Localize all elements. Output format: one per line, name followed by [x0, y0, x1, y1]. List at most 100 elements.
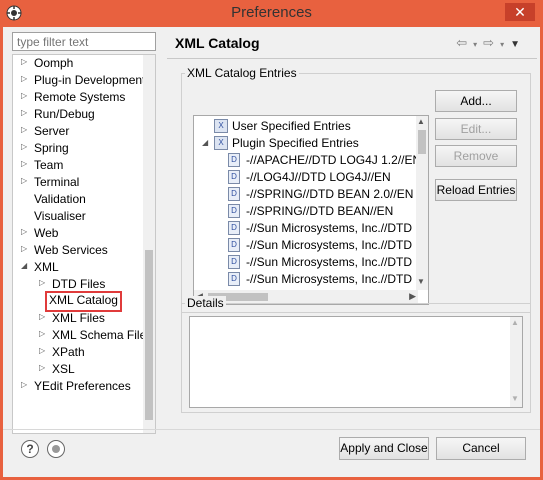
tree-item[interactable]: ▷ Server — [13, 123, 143, 140]
forward-icon[interactable]: ⇨ — [483, 35, 500, 50]
tree-item[interactable]: Validation — [13, 191, 143, 208]
tree-item[interactable]: ◢ XML — [13, 259, 143, 276]
catalog-entry[interactable]: D -//APACHE//DTD LOG4J 1.2//EN — [194, 152, 421, 169]
remove-button[interactable]: Remove — [435, 145, 517, 167]
tree-item[interactable]: ▷ XML Schema Files — [13, 327, 152, 344]
add-button[interactable]: Add... — [435, 90, 517, 112]
catalog-entry[interactable]: D -//Sun Microsystems, Inc.//DTD E — [194, 237, 423, 254]
catalog-category[interactable]: X User Specified Entries — [194, 118, 416, 135]
scroll-down-icon[interactable]: ▼ — [417, 277, 425, 286]
tree-item[interactable]: ▷ Plug-in Development — [13, 72, 145, 89]
close-icon: ✕ — [514, 4, 526, 20]
tree-item-label: DTD Files — [52, 277, 106, 291]
tree-item[interactable]: ▷ Oomph — [13, 55, 143, 72]
collapse-arrow-icon[interactable]: ◢ — [21, 261, 31, 270]
dialog-body: ▷YEdit Preferences▷XSL▷XPath▷XML Schema … — [3, 27, 540, 477]
details-scroll-down-icon[interactable]: ▼ — [511, 394, 519, 403]
tree-item-label: Web — [34, 226, 59, 240]
footer-separator — [3, 429, 540, 430]
expand-arrow-icon[interactable]: ▷ — [21, 176, 31, 185]
scroll-right-icon[interactable]: ▶ — [409, 291, 416, 302]
tree-item[interactable]: ▷ XSL — [13, 361, 143, 378]
back-icon[interactable]: ⇦ — [456, 35, 473, 50]
tree-item-label: Validation — [34, 192, 86, 206]
tree-item[interactable]: ▷ Team — [13, 157, 143, 174]
expand-arrow-icon[interactable]: ▷ — [39, 329, 49, 338]
tree-item[interactable]: ▷ Web — [13, 225, 143, 242]
details-textarea[interactable]: ▲ ▼ — [189, 316, 523, 408]
edit-button[interactable]: Edit... — [435, 118, 517, 140]
catalog-entry[interactable]: D -//Sun Microsystems, Inc.//DTD E — [194, 254, 423, 271]
tree-item[interactable]: ▷ Spring — [13, 140, 143, 157]
tree-scrollbar-thumb[interactable] — [145, 250, 153, 420]
tree-item[interactable]: ▷ Run/Debug — [13, 106, 143, 123]
tree-item-label: XML Files — [52, 311, 105, 325]
expand-arrow-icon[interactable]: ▷ — [21, 108, 31, 117]
expand-arrow-icon[interactable]: ▷ — [39, 278, 49, 287]
reload-entries-button[interactable]: Reload Entries — [435, 179, 517, 201]
back-menu-icon[interactable]: ▾ — [473, 40, 483, 49]
help-icon[interactable]: ? — [21, 440, 39, 458]
tree-item-label: XML Schema Files — [52, 328, 153, 342]
tree-item[interactable]: XML Catalog — [13, 291, 143, 312]
preferences-tree[interactable]: ▷ YEdit Preferences ▷ XSL ▷ XPath ▷ XML Schema … — [12, 54, 156, 434]
catalog-entry[interactable]: D -//Sun Microsystems, Inc.//DTD C — [194, 220, 424, 237]
entries-hscrollbar[interactable]: ◀ ▶ — [194, 290, 418, 304]
entry-label: User Specified Entries — [232, 119, 351, 133]
catalog-entries-label: XML Catalog Entries — [185, 66, 299, 80]
tree-item-label: Oomph — [34, 56, 74, 70]
apply-and-close-button[interactable]: Apply and Close — [339, 437, 429, 460]
catalog-entry[interactable]: D -//LOG4J//DTD LOG4J//EN — [194, 169, 416, 186]
filter-input[interactable] — [12, 32, 156, 51]
tree-item[interactable]: ▷ Terminal — [13, 174, 143, 191]
expand-arrow-icon[interactable]: ▷ — [39, 363, 49, 372]
collapse-arrow-icon[interactable]: ◢ — [202, 138, 208, 147]
scroll-up-icon[interactable]: ▲ — [417, 117, 425, 126]
dtd-file-icon: D — [228, 204, 240, 218]
tree-item-label: Visualiser — [34, 209, 86, 223]
expand-arrow-icon[interactable]: ▷ — [21, 57, 31, 66]
expand-arrow-icon[interactable]: ▷ — [21, 244, 31, 253]
tree-item[interactable]: ▷ XPath — [13, 344, 143, 361]
entries-vscrollbar[interactable]: ▲ ▼ — [416, 116, 428, 290]
catalog-entry[interactable]: D -//SPRING//DTD BEAN//EN — [194, 203, 416, 220]
entries-vscroll-thumb[interactable] — [418, 130, 426, 154]
expand-arrow-icon[interactable]: ▷ — [39, 312, 49, 321]
tree-item[interactable]: Visualiser — [13, 208, 143, 225]
expand-arrow-icon[interactable]: ▷ — [21, 159, 31, 168]
expand-arrow-icon[interactable]: ▷ — [21, 74, 31, 83]
tree-item[interactable]: ▷ XML Files — [13, 310, 143, 327]
preferences-window: Preferences ✕ ▷YEdit Preferences▷XSL▷XPa… — [0, 0, 543, 480]
catalog-entries-tree[interactable]: D -//Sun Microsystems, Inc.//DTD Fa D -//Su… — [193, 115, 429, 305]
catalog-category[interactable]: ◢ X Plugin Specified Entries — [194, 135, 416, 152]
expand-arrow-icon[interactable]: ▷ — [21, 380, 31, 389]
tree-item[interactable]: ▷ Web Services — [13, 242, 143, 259]
close-window-button[interactable]: ✕ — [505, 3, 535, 21]
tree-item-label: XSL — [52, 362, 75, 376]
catalog-entry[interactable]: D -//Sun Microsystems, Inc.//DTD Fa — [194, 271, 428, 288]
cancel-button[interactable]: Cancel — [436, 437, 526, 460]
expand-arrow-icon[interactable]: ▷ — [21, 227, 31, 236]
expand-arrow-icon[interactable]: ▷ — [21, 125, 31, 134]
header-separator — [167, 58, 537, 59]
catalog-entry[interactable]: D -//SPRING//DTD BEAN 2.0//EN — [194, 186, 416, 203]
tree-item-label: XML — [34, 260, 59, 274]
forward-menu-icon[interactable]: ▾ — [500, 40, 510, 49]
record-icon[interactable] — [47, 440, 65, 458]
expand-arrow-icon[interactable]: ▷ — [21, 91, 31, 100]
expand-arrow-icon[interactable]: ▷ — [21, 142, 31, 151]
tree-item-label: Web Services — [34, 243, 108, 257]
tree-item[interactable]: ▷ YEdit Preferences — [13, 378, 143, 395]
title-bar[interactable]: Preferences ✕ — [0, 0, 543, 27]
view-menu-icon[interactable]: ▼ — [510, 39, 526, 50]
details-scrollbar[interactable]: ▲ ▼ — [510, 317, 522, 407]
tree-item[interactable]: ▷ Remote Systems — [13, 89, 143, 106]
tree-item[interactable]: ▷ DTD Files — [13, 276, 143, 293]
expand-arrow-icon[interactable]: ▷ — [39, 346, 49, 355]
tree-item-label: YEdit Preferences — [34, 379, 131, 393]
entry-label: -//SPRING//DTD BEAN 2.0//EN — [246, 187, 414, 201]
details-scroll-up-icon[interactable]: ▲ — [511, 318, 519, 327]
tree-scrollbar[interactable] — [143, 55, 155, 433]
dtd-file-icon: D — [228, 221, 240, 235]
entry-label: -//Sun Microsystems, Inc.//DTD C — [246, 221, 425, 235]
